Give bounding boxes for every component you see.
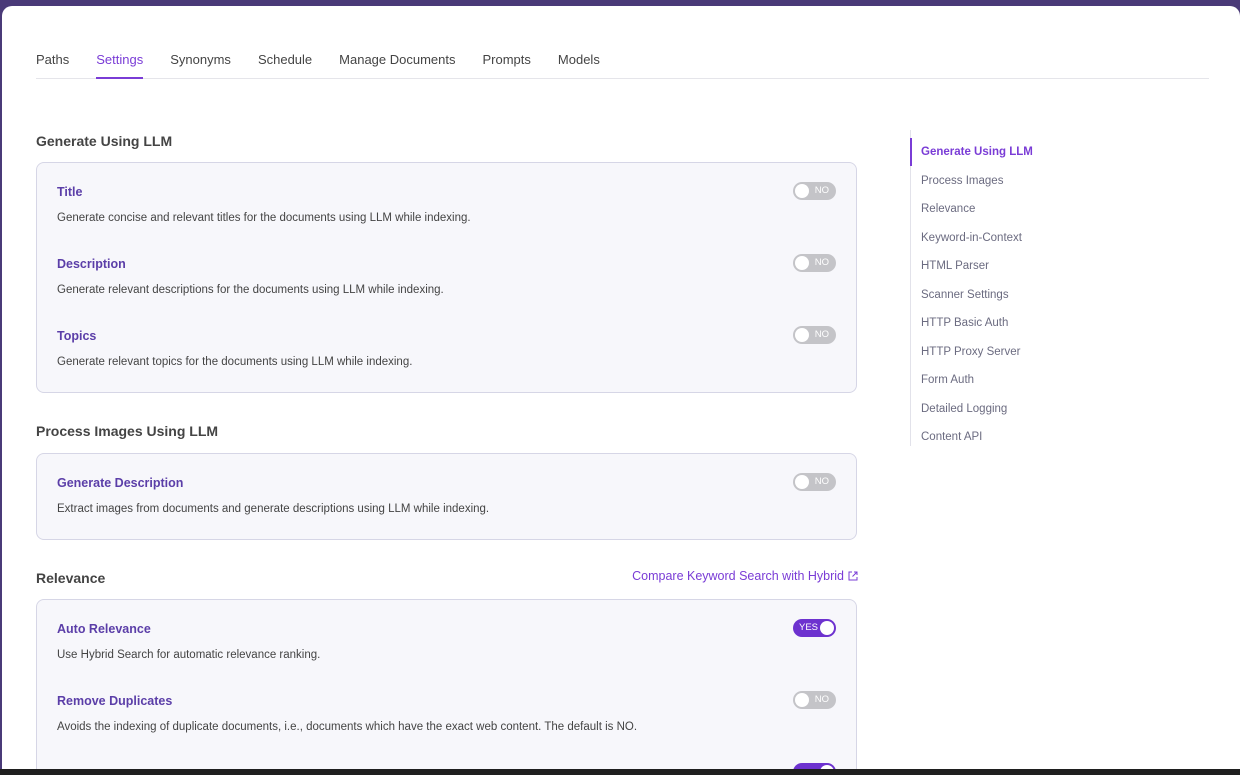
- toggle-label: NO: [814, 185, 829, 196]
- bottom-edge: [0, 769, 1240, 775]
- toggle-label: NO: [814, 694, 829, 705]
- tab-schedule[interactable]: Schedule: [258, 52, 312, 78]
- nav-http-proxy-server[interactable]: HTTP Proxy Server: [911, 338, 1111, 366]
- tab-settings[interactable]: Settings: [96, 52, 143, 79]
- setting-description: Generate relevant topics for the documen…: [57, 356, 413, 368]
- tab-models[interactable]: Models: [558, 52, 600, 78]
- toggle-knob: [795, 693, 809, 707]
- description-toggle[interactable]: NO: [793, 254, 836, 272]
- setting-description: Generate relevant descriptions for the d…: [57, 284, 444, 296]
- nav-scanner-settings[interactable]: Scanner Settings: [911, 281, 1111, 309]
- nav-generate-using-llm[interactable]: Generate Using LLM: [910, 138, 1111, 166]
- setting-title: Remove Duplicates: [57, 694, 173, 708]
- toggle-label: YES: [799, 622, 819, 633]
- setting-title: Auto Relevance: [57, 622, 151, 636]
- nav-process-images[interactable]: Process Images: [911, 167, 1111, 195]
- nav-http-basic-auth[interactable]: HTTP Basic Auth: [911, 309, 1111, 337]
- generate-description-toggle[interactable]: NO: [793, 473, 836, 491]
- setting-title: Generate Description: [57, 476, 184, 490]
- compare-keyword-search-link[interactable]: Compare Keyword Search with Hybrid: [632, 569, 858, 583]
- section-title-relevance: Relevance: [36, 570, 106, 586]
- setting-title: Title: [57, 185, 83, 199]
- nav-html-parser[interactable]: HTML Parser: [911, 252, 1111, 280]
- title-toggle[interactable]: NO: [793, 182, 836, 200]
- setting-description: Extract images from documents and genera…: [57, 503, 490, 515]
- toggle-knob: [795, 475, 809, 489]
- nav-keyword-in-context[interactable]: Keyword-in-Context: [911, 224, 1111, 252]
- remove-duplicates-toggle[interactable]: NO: [793, 691, 836, 709]
- toggle-knob: [795, 184, 809, 198]
- auto-relevance-toggle[interactable]: YES: [793, 619, 836, 637]
- topics-toggle[interactable]: NO: [793, 326, 836, 344]
- toggle-knob: [820, 621, 834, 635]
- setting-description: Avoids the indexing of duplicate documen…: [57, 721, 638, 733]
- toggle-knob: [795, 256, 809, 270]
- section-title-generate-using-llm: Generate Using LLM: [36, 133, 173, 149]
- link-label: Compare Keyword Search with Hybrid: [632, 569, 844, 583]
- section-title-process-images: Process Images Using LLM: [36, 423, 219, 439]
- setting-title: Topics: [57, 329, 97, 343]
- setting-description: Generate concise and relevant titles for…: [57, 212, 471, 224]
- nav-form-auth[interactable]: Form Auth: [911, 366, 1111, 394]
- tab-bar: Paths Settings Synonyms Schedule Manage …: [36, 6, 1209, 79]
- card-generate-using-llm: Title NO Generate concise and relevant t…: [36, 162, 857, 393]
- card-relevance: Auto Relevance YES Use Hybrid Search for…: [36, 599, 857, 769]
- nav-relevance[interactable]: Relevance: [911, 195, 1111, 223]
- main-panel: Paths Settings Synonyms Schedule Manage …: [2, 6, 1240, 769]
- toggle-knob: [795, 328, 809, 342]
- toggle-label: NO: [814, 329, 829, 340]
- setting-title: Description: [57, 257, 126, 271]
- toggle-label: NO: [814, 476, 829, 487]
- toggle-label: NO: [814, 257, 829, 268]
- external-link-icon: [848, 571, 858, 581]
- tab-manage-documents[interactable]: Manage Documents: [339, 52, 455, 78]
- tab-paths[interactable]: Paths: [36, 52, 69, 78]
- section-side-nav: Generate Using LLM Process Images Releva…: [910, 130, 1110, 446]
- nav-detailed-logging[interactable]: Detailed Logging: [911, 395, 1111, 423]
- tab-prompts[interactable]: Prompts: [483, 52, 531, 78]
- card-process-images: Generate Description NO Extract images f…: [36, 453, 857, 540]
- setting-description: Use Hybrid Search for automatic relevanc…: [57, 649, 321, 661]
- nav-content-api[interactable]: Content API: [911, 423, 1111, 451]
- tab-synonyms[interactable]: Synonyms: [170, 52, 231, 78]
